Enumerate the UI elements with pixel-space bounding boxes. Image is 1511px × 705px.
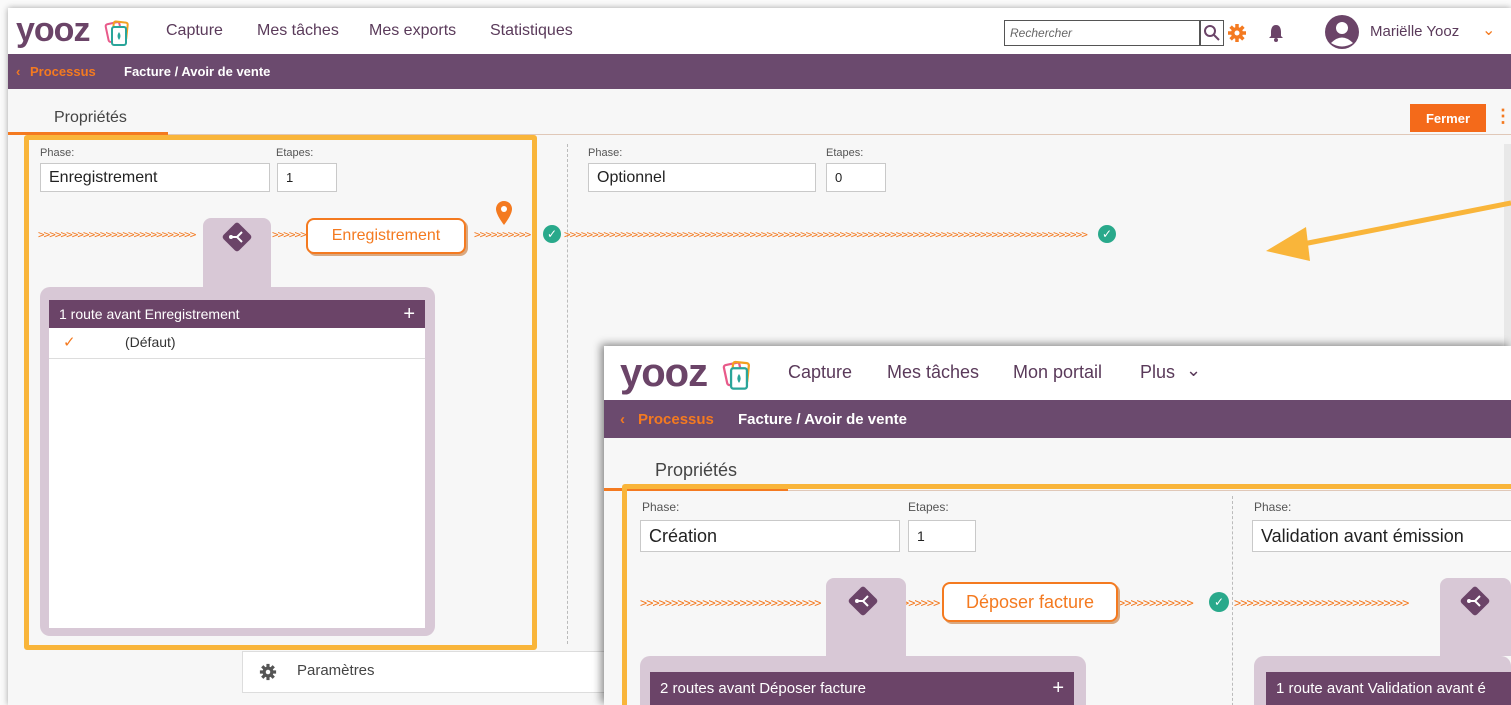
nav-mes-taches[interactable]: Mes tâches — [257, 22, 339, 40]
avatar[interactable] — [1324, 14, 1360, 50]
route-header-label: 1 route avant Validation avant é — [1276, 680, 1486, 697]
nav-mes-exports[interactable]: Mes exports — [369, 22, 456, 40]
search-input[interactable]: Rechercher — [1004, 20, 1200, 46]
nav-mon-portail[interactable]: Mon portail — [1013, 362, 1102, 383]
gear-icon — [259, 663, 277, 681]
phase2-steps-field[interactable]: 0 — [826, 163, 886, 192]
bell-icon[interactable] — [1267, 23, 1285, 43]
nav-capture[interactable]: Capture — [788, 362, 852, 383]
highlight-frame — [24, 135, 537, 650]
inset-window: yooz Capture Mes tâches Mon portail Plus… — [604, 346, 1511, 705]
flow-arrows: >>>>>>>>>>>>>>>>>>>>>>>>>>>>> — [640, 596, 822, 610]
check-icon: ✓ — [543, 225, 561, 243]
gateway-node[interactable] — [846, 584, 880, 618]
annotation-arrow — [1266, 200, 1511, 261]
search-icon — [1204, 25, 1220, 41]
chevron-left-icon[interactable]: ‹ — [16, 64, 20, 79]
settings-label: Paramètres — [297, 662, 375, 679]
split-icon — [1467, 595, 1481, 607]
breadcrumb-current: Facture / Avoir de vente — [124, 64, 271, 79]
search-button[interactable] — [1200, 20, 1224, 46]
flow-arrows: >>>>>>>>>>>>>>>>>>>>>>>>>>>>>>>>>>>>>>>>… — [564, 228, 1088, 241]
chevron-down-icon[interactable]: ⌄ — [1186, 360, 1201, 381]
chevron-down-icon[interactable]: ⌄ — [1482, 20, 1495, 40]
flow-arrows: >>>>>>>>>>>>>>>>>>>>>>>>>>>> — [1234, 596, 1409, 610]
route-header: 1 route avant Validation avant é — [1266, 672, 1511, 705]
gear-icon[interactable] — [1227, 23, 1247, 43]
yooz-cards-icon — [722, 360, 750, 390]
yooz-cards-icon — [104, 20, 129, 46]
breadcrumb-back-link[interactable]: Processus — [30, 64, 96, 79]
user-name[interactable]: Mariëlle Yooz — [1370, 23, 1459, 40]
check-icon: ✓ — [1098, 225, 1116, 243]
gateway-node[interactable] — [1458, 584, 1492, 618]
phase-divider — [567, 144, 568, 644]
breadcrumb-back-link[interactable]: Processus — [638, 411, 714, 428]
flow-arrows: >>>>>> — [902, 596, 940, 610]
yooz-logo[interactable]: yooz — [16, 12, 90, 48]
steps-label: Etapes: — [826, 147, 864, 159]
settings-bar[interactable]: Paramètres — [242, 651, 624, 693]
plus-icon[interactable]: + — [1052, 677, 1064, 700]
yooz-logo[interactable]: yooz — [620, 352, 708, 394]
nav-statistiques[interactable]: Statistiques — [490, 22, 573, 40]
phase2-name-field[interactable]: Validation avant émission — [1252, 520, 1511, 552]
phase-label: Phase: — [642, 500, 680, 514]
phase-divider — [1232, 496, 1233, 705]
more-vertical-icon[interactable]: ⋮ — [1494, 106, 1511, 127]
nav-plus[interactable]: Plus — [1140, 362, 1175, 383]
phase-label: Phase: — [588, 147, 623, 159]
steps-label: Etapes: — [908, 500, 949, 514]
phase1-steps-field[interactable]: 1 — [908, 520, 976, 552]
step-pill[interactable]: Déposer facture — [942, 582, 1118, 622]
breadcrumb-bar: ‹ Processus Facture / Avoir de vente — [604, 400, 1511, 438]
tab-proprietes[interactable]: Propriétés — [655, 460, 737, 481]
phase1-name-field[interactable]: Création — [640, 520, 900, 552]
top-navbar: yooz Capture Mes tâches Mon portail Plus… — [604, 346, 1511, 400]
flow-arrows: >>>>>>>>>>>> — [1118, 596, 1194, 610]
close-button[interactable]: Fermer — [1410, 104, 1486, 132]
route-header: 2 routes avant Déposer facture + — [650, 672, 1074, 705]
route-header-label: 2 routes avant Déposer facture — [660, 680, 866, 697]
check-icon: ✓ — [1209, 592, 1229, 612]
phase-label: Phase: — [1254, 500, 1292, 514]
top-navbar: yooz Capture Mes tâches Mes exports Stat… — [8, 8, 1511, 54]
nav-capture[interactable]: Capture — [166, 22, 223, 40]
breadcrumb-current: Facture / Avoir de vente — [738, 411, 907, 428]
breadcrumb-bar: ‹ Processus Facture / Avoir de vente — [8, 54, 1511, 89]
chevron-left-icon[interactable]: ‹ — [620, 411, 625, 428]
nav-mes-taches[interactable]: Mes tâches — [887, 362, 979, 383]
split-icon — [855, 595, 869, 607]
phase2-name-field[interactable]: Optionnel — [588, 163, 816, 192]
tab-proprietes[interactable]: Propriétés — [54, 109, 127, 127]
